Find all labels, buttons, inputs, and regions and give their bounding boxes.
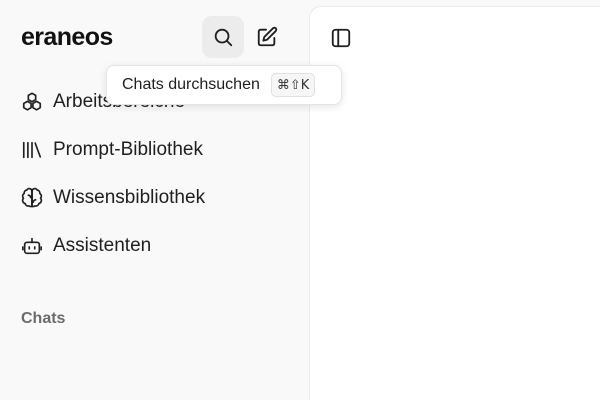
edit-icon bbox=[257, 26, 278, 47]
search-icon bbox=[214, 28, 233, 47]
chats-section-label: Chats bbox=[21, 310, 66, 327]
main-panel bbox=[309, 6, 600, 400]
sidebar-toggle-icon bbox=[331, 28, 351, 48]
sidebar-item-label: Assistenten bbox=[53, 235, 152, 256]
brand-logo[interactable]: eraneos bbox=[21, 22, 113, 52]
tooltip-text: Chats durchsuchen bbox=[122, 76, 260, 93]
workspaces-icon bbox=[21, 91, 43, 113]
sidebar-item-prompt-library[interactable]: Prompt-Bibliothek bbox=[0, 126, 308, 174]
search-chats-button[interactable] bbox=[202, 16, 244, 58]
search-tooltip: Chats durchsuchen ⌘⇧K bbox=[106, 65, 342, 105]
sidebar-item-label: Prompt-Bibliothek bbox=[53, 139, 203, 160]
brain-icon bbox=[21, 187, 43, 209]
sidebar-item-assistants[interactable]: Assistenten bbox=[0, 222, 308, 270]
sidebar-nav: Arbeitsbereiche Prompt-Bibliothek bbox=[0, 78, 308, 270]
sidebar-item-knowledge-library[interactable]: Wissensbibliothek bbox=[0, 174, 308, 222]
library-icon bbox=[21, 139, 43, 161]
sidebar-toggle-button[interactable] bbox=[328, 25, 354, 51]
app-window: eraneos Arbeit bbox=[0, 0, 600, 400]
sidebar: eraneos Arbeit bbox=[0, 0, 308, 400]
bot-icon bbox=[21, 235, 43, 257]
new-chat-button[interactable] bbox=[246, 16, 288, 58]
sidebar-item-label: Wissensbibliothek bbox=[53, 187, 206, 208]
keyboard-shortcut: ⌘⇧K bbox=[270, 73, 316, 97]
